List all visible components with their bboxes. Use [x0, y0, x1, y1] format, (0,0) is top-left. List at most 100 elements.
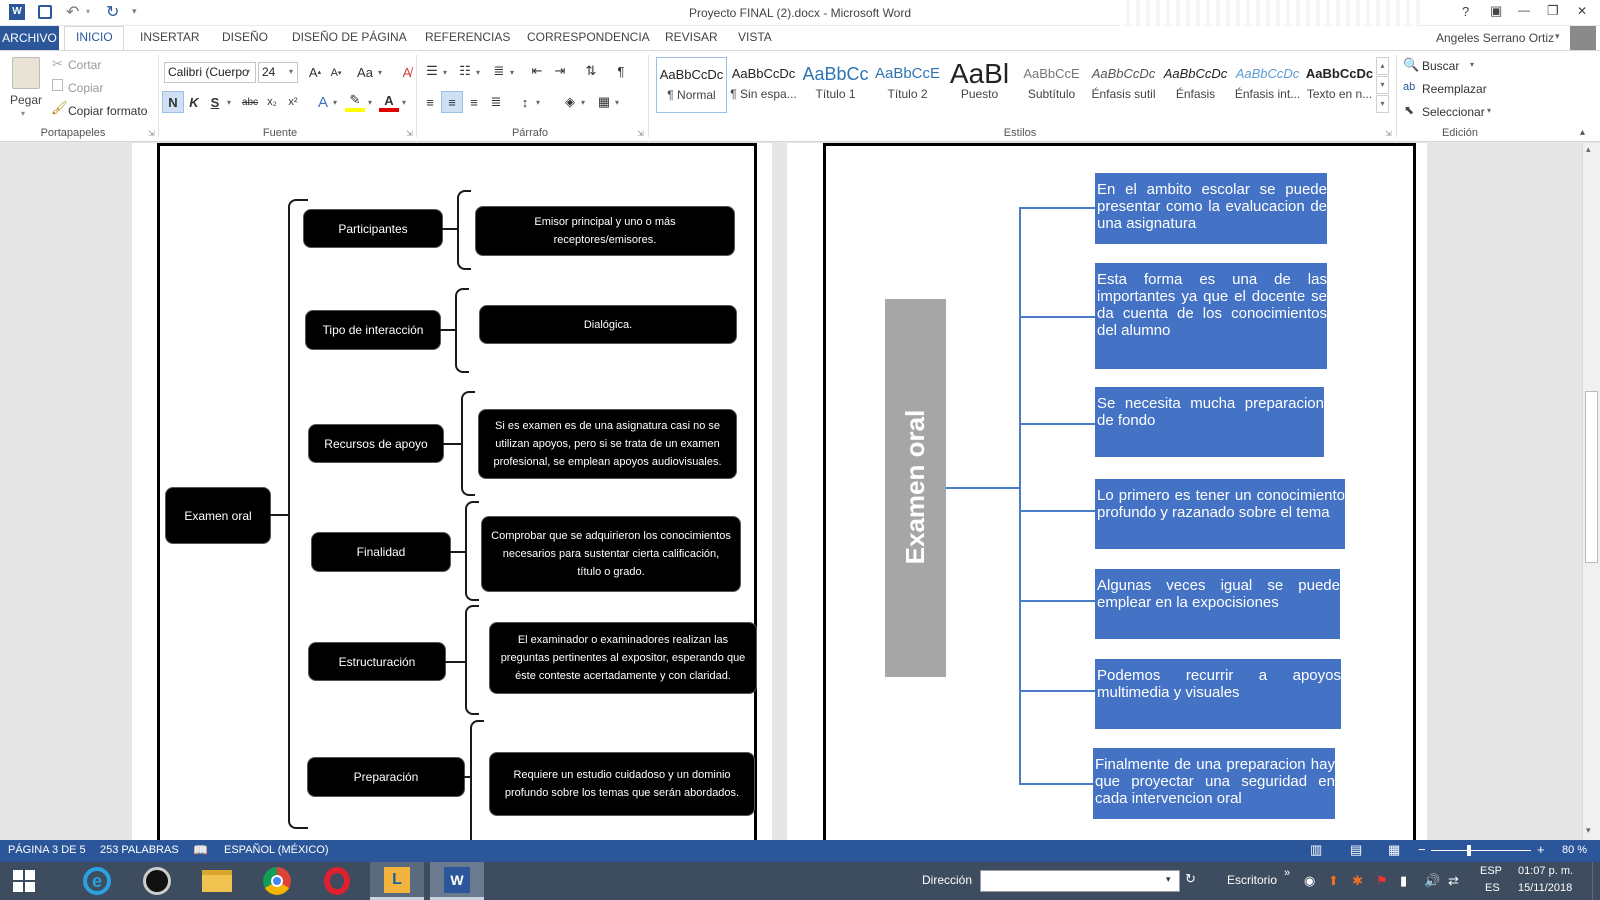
zoom-slider-thumb[interactable]: [1467, 845, 1471, 856]
webcam-app-icon[interactable]: [130, 864, 184, 898]
justify-icon[interactable]: ≣: [486, 92, 506, 112]
tab-inicio[interactable]: INICIO: [76, 30, 113, 44]
text-effects-chevron-icon[interactable]: ▾: [333, 98, 337, 107]
style-titulo-2[interactable]: AaBbCcE Título 2: [872, 57, 943, 113]
font-name-combobox[interactable]: Calibri (Cuerpo: [164, 62, 256, 83]
select-button[interactable]: Seleccionar: [1422, 105, 1485, 119]
paste-dropdown-icon[interactable]: ▾: [21, 109, 25, 118]
numbering-icon[interactable]: ☷: [455, 61, 475, 81]
underline-button[interactable]: S: [205, 92, 225, 112]
copy-icon[interactable]: [52, 79, 63, 91]
tab-diseno-pagina[interactable]: DISEÑO DE PÁGINA: [292, 30, 407, 44]
style-puesto[interactable]: AaBl Puesto: [944, 57, 1015, 113]
select-icon[interactable]: ⬉: [1404, 103, 1414, 117]
tray-icon-3[interactable]: ✱: [1352, 873, 1363, 889]
tab-referencias[interactable]: REFERENCIAS: [425, 30, 510, 44]
numbering-chevron-icon[interactable]: ▾: [476, 68, 480, 77]
line-spacing-icon[interactable]: ↕: [515, 92, 535, 112]
styles-scroll-up-icon[interactable]: ▴: [1376, 57, 1389, 75]
style-enfasis[interactable]: AaBbCcDc Énfasis: [1160, 57, 1231, 113]
align-left-icon[interactable]: ≡: [420, 92, 440, 112]
desktop-toolbar-label[interactable]: Escritorio: [1227, 873, 1277, 887]
select-chevron-icon[interactable]: ▾: [1487, 106, 1491, 115]
customize-toolbar-icon[interactable]: ▾: [132, 6, 137, 17]
grow-font-icon[interactable]: A ▴: [305, 62, 325, 82]
paste-icon[interactable]: [12, 57, 40, 89]
tab-correspondencia[interactable]: CORRESPONDENCIA: [527, 30, 650, 44]
web-layout-icon[interactable]: ▦: [1388, 842, 1400, 858]
close-button[interactable]: ✕: [1577, 4, 1587, 18]
address-input[interactable]: [980, 870, 1180, 892]
font-name-chevron-icon[interactable]: ▾: [246, 67, 250, 76]
bullets-chevron-icon[interactable]: ▾: [443, 68, 447, 77]
copy-button[interactable]: Copiar: [68, 81, 103, 95]
volume-icon[interactable]: 🔊: [1424, 873, 1440, 889]
clock-date[interactable]: 15/11/2018: [1518, 882, 1572, 894]
tab-diseno[interactable]: DISEÑO: [222, 30, 268, 44]
print-layout-icon[interactable]: ▤: [1350, 842, 1362, 858]
bullets-icon[interactable]: ☰: [422, 61, 442, 81]
shading-icon[interactable]: ◈: [560, 92, 580, 112]
page-indicator[interactable]: PÁGINA 3 DE 5: [8, 844, 86, 856]
address-refresh-icon[interactable]: ↻: [1185, 871, 1196, 887]
increase-indent-icon[interactable]: ⇥: [550, 61, 570, 81]
sort-icon[interactable]: ⇅: [581, 61, 601, 81]
proofing-icon[interactable]: 📖: [193, 843, 208, 857]
underline-chevron-icon[interactable]: ▾: [227, 98, 231, 107]
tab-insertar[interactable]: INSERTAR: [140, 30, 200, 44]
shrink-font-icon[interactable]: A ▾: [326, 63, 346, 83]
format-painter-icon[interactable]: 🖌: [51, 100, 68, 116]
clock-time[interactable]: 01:07 p. m.: [1518, 865, 1573, 877]
document-page-right[interactable]: Examen oral En el ambito escolar se pued…: [787, 143, 1427, 840]
cut-button[interactable]: Cortar: [68, 58, 101, 72]
align-center-icon[interactable]: ≡: [442, 92, 462, 112]
scroll-down-icon[interactable]: ▾: [1586, 825, 1591, 836]
find-button[interactable]: Buscar: [1422, 59, 1459, 73]
style-enfasis-sutil[interactable]: AaBbCcDc Énfasis sutil: [1088, 57, 1159, 113]
help-button[interactable]: ?: [1462, 4, 1469, 19]
opera-icon[interactable]: [310, 864, 364, 898]
replace-icon[interactable]: ab: [1403, 81, 1415, 93]
find-chevron-icon[interactable]: ▾: [1470, 60, 1474, 69]
undo-icon[interactable]: ↶: [66, 2, 79, 22]
tab-archivo[interactable]: ARCHIVO: [0, 26, 59, 50]
change-case-button[interactable]: Aa: [353, 62, 377, 82]
subscript-button[interactable]: x₂: [262, 92, 282, 112]
lync-icon[interactable]: L: [370, 862, 424, 900]
tab-vista[interactable]: VISTA: [738, 30, 772, 44]
maximize-button[interactable]: ❐: [1547, 3, 1559, 19]
word-taskbar-icon[interactable]: W: [430, 862, 484, 900]
user-avatar[interactable]: [1570, 26, 1596, 50]
cut-icon[interactable]: ✂: [52, 56, 63, 72]
shading-chevron-icon[interactable]: ▾: [581, 98, 585, 107]
language-indicator[interactable]: ESPAÑOL (MÉXICO): [224, 844, 329, 856]
style-titulo-1[interactable]: AaBbCc Título 1: [800, 57, 871, 113]
signal-icon[interactable]: ▮: [1400, 873, 1407, 889]
zoom-out-button[interactable]: −: [1418, 842, 1426, 857]
tray-icon-2[interactable]: ⬆: [1328, 873, 1339, 889]
minimize-button[interactable]: —: [1518, 3, 1530, 17]
strikethrough-button[interactable]: abc: [238, 92, 262, 112]
address-dropdown-icon[interactable]: ▾: [1166, 874, 1171, 885]
tray-icon-1[interactable]: ◉: [1304, 873, 1315, 889]
network-icon[interactable]: ⇄: [1448, 873, 1459, 889]
line-spacing-chevron-icon[interactable]: ▾: [536, 98, 540, 107]
superscript-button[interactable]: x²: [283, 92, 303, 112]
change-case-chevron-icon[interactable]: ▾: [378, 68, 382, 77]
font-size-chevron-icon[interactable]: ▾: [289, 67, 293, 76]
user-menu-chevron-icon[interactable]: ▾: [1555, 31, 1560, 42]
input-language-1[interactable]: ESP: [1480, 865, 1502, 877]
document-page-left[interactable]: Examen oral Participantes Emisor princip…: [132, 143, 772, 840]
word-count[interactable]: 253 PALABRAS: [100, 844, 179, 856]
style-enfasis-intenso[interactable]: AaBbCcDc Énfasis int...: [1232, 57, 1303, 113]
tab-revisar[interactable]: REVISAR: [665, 30, 718, 44]
style-normal[interactable]: AaBbCcDc ¶ Normal: [656, 57, 727, 113]
show-desktop-button[interactable]: [1592, 862, 1600, 900]
styles-more-icon[interactable]: ▾: [1376, 95, 1389, 113]
toolbar-overflow-icon[interactable]: »: [1284, 867, 1290, 879]
find-icon[interactable]: 🔍: [1403, 57, 1419, 73]
multilevel-list-icon[interactable]: ≣: [489, 61, 509, 81]
decrease-indent-icon[interactable]: ⇤: [527, 61, 547, 81]
highlight-color-icon[interactable]: ✎: [345, 92, 365, 112]
font-color-icon[interactable]: A: [379, 92, 399, 112]
